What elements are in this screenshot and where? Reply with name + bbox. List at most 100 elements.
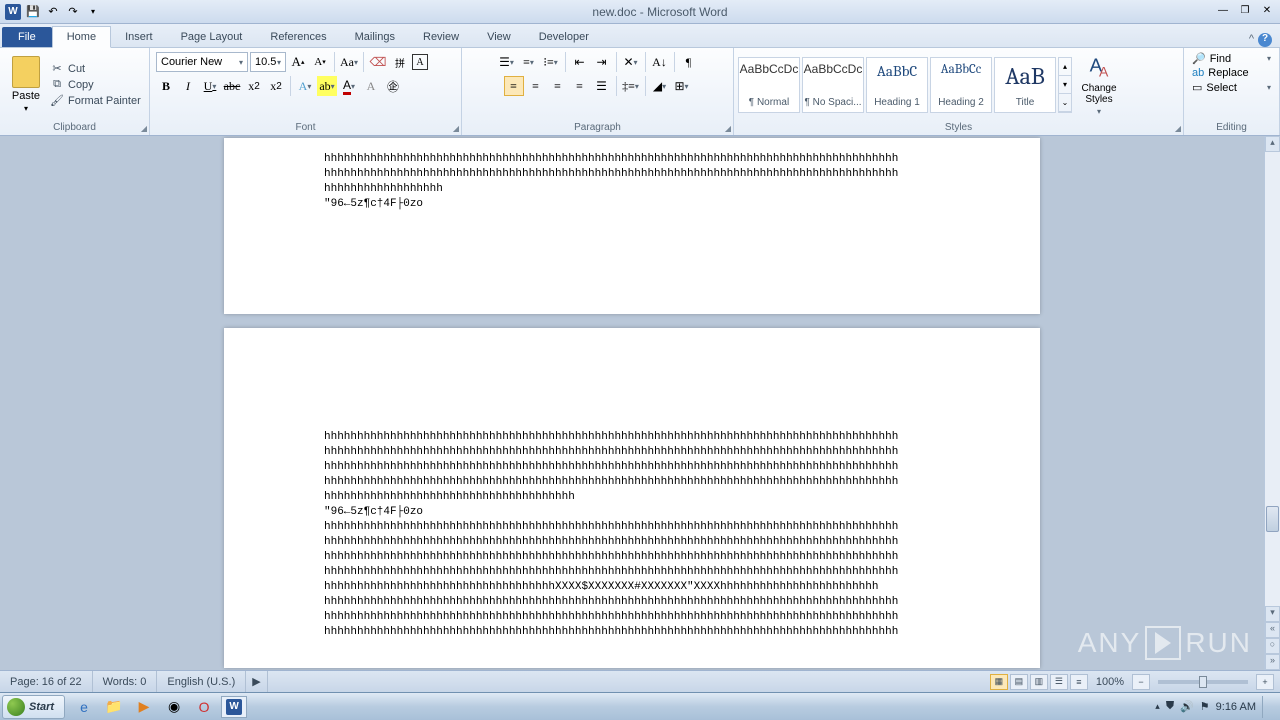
decrease-indent-button[interactable]: ⇤: [570, 52, 590, 72]
italic-button[interactable]: I: [178, 76, 198, 96]
browse-object-button[interactable]: ○: [1265, 638, 1280, 654]
web-layout-view-button[interactable]: ▥: [1030, 674, 1048, 690]
tab-insert[interactable]: Insert: [111, 27, 167, 47]
style-normal[interactable]: AaBbCcDc¶ Normal: [738, 57, 800, 113]
help-icon[interactable]: ?: [1258, 33, 1272, 47]
bullets-button[interactable]: ☰▾: [497, 52, 517, 72]
select-button[interactable]: ▭Select▾: [1192, 81, 1271, 94]
asian-layout-button[interactable]: ✕▾: [621, 52, 641, 72]
zoom-out-button[interactable]: −: [1132, 674, 1150, 690]
macro-status[interactable]: ▶: [246, 671, 267, 692]
minimize-ribbon-icon[interactable]: ^: [1249, 33, 1254, 47]
distributed-button[interactable]: ☰: [592, 76, 612, 96]
tab-references[interactable]: References: [256, 27, 340, 47]
language-status[interactable]: English (U.S.): [157, 671, 246, 692]
tab-mailings[interactable]: Mailings: [341, 27, 409, 47]
change-case-button[interactable]: Aa▾: [339, 52, 359, 72]
find-button[interactable]: 🔎Find▾: [1192, 52, 1271, 65]
paste-button[interactable]: Paste ▾: [6, 56, 46, 113]
align-center-button[interactable]: ≡: [526, 76, 546, 96]
tray-flag-icon[interactable]: ⚑: [1200, 700, 1210, 713]
underline-button[interactable]: U▾: [200, 76, 220, 96]
zoom-level[interactable]: 100%: [1096, 676, 1124, 688]
tray-arrow-icon[interactable]: ▴: [1155, 701, 1160, 712]
style-heading-1[interactable]: AaBbCHeading 1: [866, 57, 928, 113]
word-task-icon[interactable]: W: [221, 696, 247, 718]
tab-view[interactable]: View: [473, 27, 525, 47]
chrome-task-icon[interactable]: ◉: [161, 696, 187, 718]
restore-button[interactable]: ❐: [1236, 5, 1254, 19]
superscript-button[interactable]: x2: [266, 76, 286, 96]
clear-formatting-button[interactable]: ⌫: [368, 52, 388, 72]
highlight-button[interactable]: ab▾: [317, 76, 337, 96]
font-launcher-icon[interactable]: ◢: [453, 124, 459, 133]
minimize-button[interactable]: —: [1214, 5, 1232, 19]
outline-view-button[interactable]: ☰: [1050, 674, 1068, 690]
enclose-chars-button[interactable]: ㊭: [383, 76, 403, 96]
tab-file[interactable]: File: [2, 27, 52, 47]
style-no-spacing[interactable]: AaBbCcDc¶ No Spaci...: [802, 57, 864, 113]
paragraph-launcher-icon[interactable]: ◢: [725, 124, 731, 133]
print-layout-view-button[interactable]: ▦: [990, 674, 1008, 690]
numbering-button[interactable]: ≡▾: [519, 52, 539, 72]
borders-button[interactable]: ⊞▾: [672, 76, 692, 96]
tray-shield-icon[interactable]: ⛊: [1166, 700, 1174, 713]
align-left-button[interactable]: ≡: [504, 76, 524, 96]
font-color-button[interactable]: A▾: [339, 76, 359, 96]
close-button[interactable]: ✕: [1258, 5, 1276, 19]
line-spacing-button[interactable]: ‡≡▾: [621, 76, 641, 96]
scroll-up-button[interactable]: ▴: [1265, 136, 1280, 152]
ie-task-icon[interactable]: e: [71, 696, 97, 718]
char-border-button[interactable]: A: [412, 54, 428, 70]
qat-customize-icon[interactable]: ▾: [84, 3, 102, 21]
prev-page-button[interactable]: «: [1265, 622, 1280, 638]
font-size-combo[interactable]: 10.5▾: [250, 52, 286, 72]
tab-home[interactable]: Home: [52, 26, 111, 48]
undo-icon[interactable]: ↶: [44, 3, 62, 21]
font-name-combo[interactable]: Courier New▾: [156, 52, 248, 72]
replace-button[interactable]: abReplace: [1192, 67, 1271, 79]
bold-button[interactable]: B: [156, 76, 176, 96]
sort-button[interactable]: A↓: [650, 52, 670, 72]
tab-developer[interactable]: Developer: [525, 27, 603, 47]
full-screen-view-button[interactable]: ▤: [1010, 674, 1028, 690]
scroll-thumb[interactable]: [1266, 506, 1279, 532]
subscript-button[interactable]: x2: [244, 76, 264, 96]
tray-sound-icon[interactable]: 🔊: [1180, 700, 1194, 713]
strikethrough-button[interactable]: abc: [222, 76, 242, 96]
phonetic-button[interactable]: 拼: [390, 52, 410, 72]
tab-review[interactable]: Review: [409, 27, 473, 47]
word-app-icon[interactable]: W: [4, 3, 22, 21]
increase-indent-button[interactable]: ⇥: [592, 52, 612, 72]
word-count-status[interactable]: Words: 0: [93, 671, 158, 692]
redo-icon[interactable]: ↷: [64, 3, 82, 21]
save-icon[interactable]: 💾: [24, 3, 42, 21]
change-styles-button[interactable]: AA Change Styles ▾: [1074, 53, 1124, 116]
copy-button[interactable]: ⧉Copy: [50, 78, 141, 92]
page-status[interactable]: Page: 16 of 22: [0, 671, 93, 692]
zoom-in-button[interactable]: +: [1256, 674, 1274, 690]
opera-task-icon[interactable]: O: [191, 696, 217, 718]
zoom-slider[interactable]: [1158, 680, 1248, 684]
grow-font-button[interactable]: A▴: [288, 52, 308, 72]
clipboard-launcher-icon[interactable]: ◢: [141, 124, 147, 133]
justify-button[interactable]: ≡: [570, 76, 590, 96]
tab-page-layout[interactable]: Page Layout: [167, 27, 257, 47]
shading-button[interactable]: ◢▾: [650, 76, 670, 96]
document-area[interactable]: hhhhhhhhhhhhhhhhhhhhhhhhhhhhhhhhhhhhhhhh…: [0, 136, 1264, 670]
show-marks-button[interactable]: ¶: [679, 52, 699, 72]
text-effects-button[interactable]: A▾: [295, 76, 315, 96]
shrink-font-button[interactable]: A▾: [310, 52, 330, 72]
cut-button[interactable]: ✂Cut: [50, 62, 141, 76]
show-desktop-button[interactable]: [1262, 696, 1272, 718]
style-heading-2[interactable]: AaBbCcHeading 2: [930, 57, 992, 113]
scroll-down-button[interactable]: ▾: [1265, 606, 1280, 622]
media-task-icon[interactable]: ▶: [131, 696, 157, 718]
align-right-button[interactable]: ≡: [548, 76, 568, 96]
multilevel-button[interactable]: ⁝≡▾: [541, 52, 561, 72]
style-title[interactable]: AaBTitle: [994, 57, 1056, 113]
styles-scroll[interactable]: ▴▾⌄: [1058, 57, 1072, 113]
explorer-task-icon[interactable]: 📁: [101, 696, 127, 718]
format-painter-button[interactable]: 🖌Format Painter: [50, 94, 141, 108]
start-button[interactable]: Start: [2, 695, 65, 719]
